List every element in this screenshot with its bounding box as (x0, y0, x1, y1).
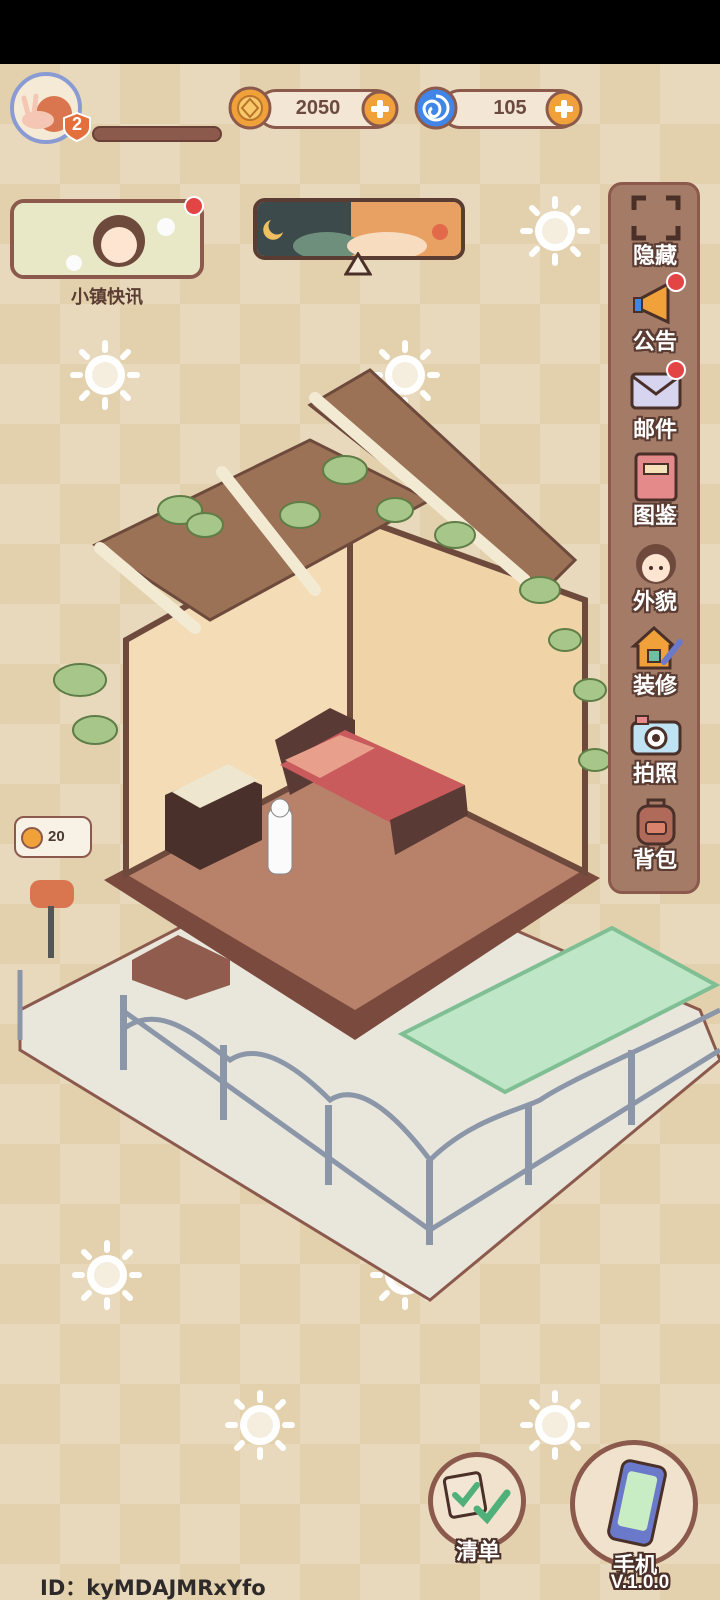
sidebar-item-mail[interactable]: 邮件 (610, 366, 700, 446)
house-wrench-icon (630, 625, 683, 670)
gem-amount: 105 (493, 97, 527, 119)
sidebar-item-label: 拍照 (632, 762, 677, 787)
user-id-label: ID：kyMDAJMRxYfo (40, 1576, 266, 1600)
add-gems-button[interactable] (544, 89, 584, 129)
mail-notification-badge (666, 360, 686, 380)
add-coins-button[interactable] (360, 89, 400, 129)
mailbox (30, 880, 74, 908)
sidebar-item-label: 装修 (632, 674, 677, 699)
coin-icon (228, 86, 272, 130)
version-label: V.1.0.0 (610, 1572, 670, 1593)
sidebar-item-announcement[interactable]: 公告 (610, 278, 700, 358)
sidebar-item-label: 外貌 (632, 590, 677, 615)
sidebar-item-label: 公告 (632, 330, 677, 355)
character-face-icon (636, 544, 676, 584)
sidebar-item-backpack[interactable]: 背包 (610, 796, 700, 876)
sidebar-item-label: 图鉴 (632, 504, 677, 529)
checklist-label: 清单 (455, 1540, 500, 1565)
announcement-notification-badge (666, 272, 686, 292)
backpack-icon (636, 798, 676, 846)
sun-decoration-icon (225, 1390, 295, 1460)
fullscreen-icon (631, 195, 681, 241)
camera-icon (630, 715, 682, 756)
news-notification-badge (184, 196, 204, 216)
sun-decoration-icon (520, 196, 590, 266)
sidebar-item-collection[interactable]: 图鉴 (610, 452, 700, 532)
sidebar-item-label: 隐藏 (632, 244, 677, 269)
news-character-image (14, 203, 200, 275)
xp-bar (92, 126, 222, 142)
sidebar-item-photo[interactable]: 拍照 (610, 710, 700, 790)
status-bar (0, 0, 720, 64)
town-news-label: 小镇快讯 (71, 287, 143, 308)
sidebar-item-hide[interactable]: 隐藏 (610, 192, 700, 272)
sun-small-icon (432, 224, 448, 240)
sidebar-item-decorate[interactable]: 装修 (610, 622, 700, 702)
book-icon (634, 452, 678, 502)
sidebar-item-label: 背包 (632, 848, 677, 873)
town-news-card[interactable] (10, 199, 204, 279)
player-level: 2 (71, 114, 82, 134)
sidebar-item-label: 邮件 (632, 418, 677, 443)
sidebar-item-appearance[interactable]: 外貌 (610, 538, 700, 618)
coin-small-icon (21, 827, 43, 849)
checklist-icon (442, 1471, 511, 1525)
phone-icon (607, 1459, 667, 1547)
time-pointer-icon (344, 252, 372, 276)
day-night-indicator (253, 198, 465, 260)
swirl-gem-icon (414, 86, 458, 130)
coin-amount: 2050 (295, 97, 341, 119)
player-character (267, 807, 293, 875)
mailbox-count: 20 (48, 828, 65, 845)
